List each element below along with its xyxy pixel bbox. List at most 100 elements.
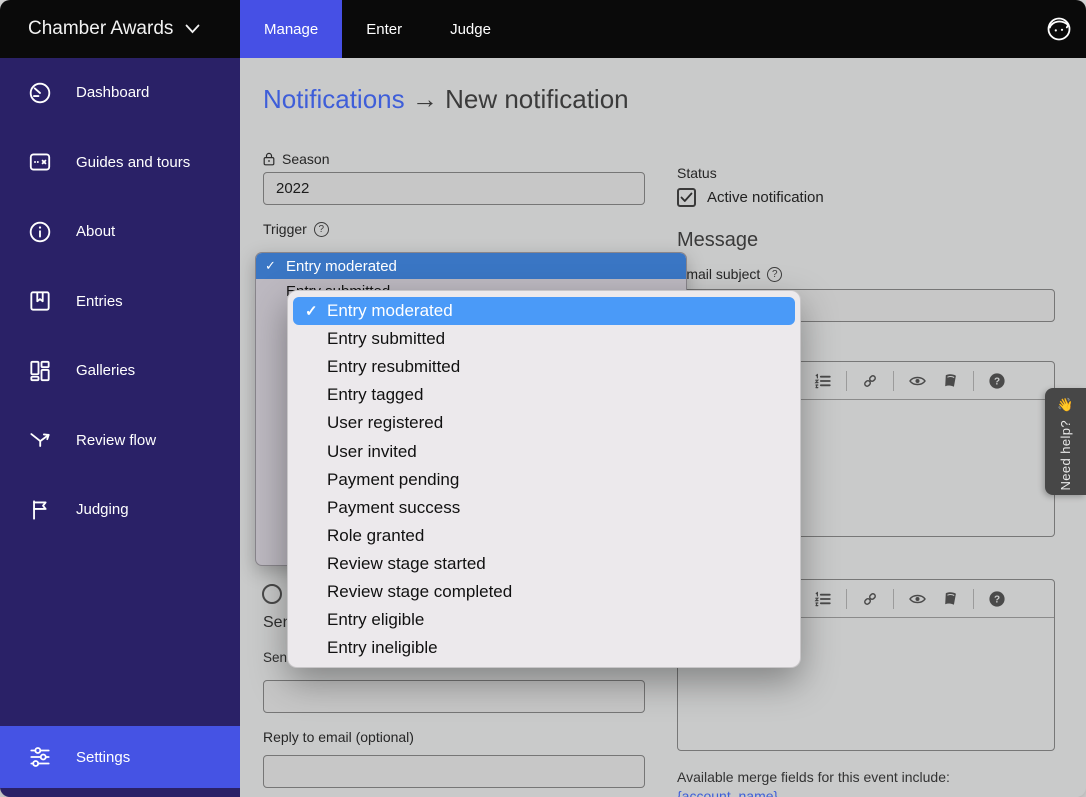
sidebar-item-dashboard[interactable]: Dashboard [0,58,240,128]
sidebar-item-about[interactable]: About [0,197,240,267]
map-icon [27,149,53,175]
check-icon: ✓ [305,302,318,320]
flag-icon [27,497,53,523]
option-label: Role granted [327,526,424,546]
dropdown-option[interactable]: Review stage started [293,550,795,578]
link-icon[interactable] [861,372,879,390]
season-label: Season [263,151,329,167]
reply-to-email-input[interactable] [263,755,645,788]
breadcrumb: Notifications → New notification [263,84,629,115]
active-notification-label: Active notification [707,189,824,206]
ordered-list-icon[interactable] [814,372,832,390]
ordered-list-icon[interactable] [814,590,832,608]
dashboard-gauge-icon [27,80,53,106]
option-label: User registered [327,413,443,433]
dropdown-option[interactable]: User invited [293,437,795,465]
sidebar-item-review-flow[interactable]: Review flow [0,406,240,476]
lock-icon [263,152,275,166]
help-icon[interactable]: ? [988,590,1006,608]
dropdown-option[interactable]: Entry submitted [293,325,795,353]
sidebar-item-entries[interactable]: Entries [0,267,240,337]
dropdown-option[interactable]: Role granted [293,522,795,550]
tab-judge[interactable]: Judge [426,0,515,58]
sidebar-item-label: Settings [76,749,130,766]
status-label: Status [677,165,717,181]
dropdown-option[interactable]: Entry resubmitted [293,353,795,381]
tab-manage[interactable]: Manage [240,0,342,58]
sidebar-item-label: About [76,223,115,240]
tab-label: Judge [450,21,491,38]
option-label: User invited [327,442,417,462]
tab-enter[interactable]: Enter [342,0,426,58]
breadcrumb-arrow: → [412,84,438,114]
sidebar-item-galleries[interactable]: Galleries [0,336,240,406]
option-label: Review stage started [327,554,486,574]
dropdown-option[interactable]: Entry eligible [293,606,795,634]
trigger-dropdown-panel: ✓ Entry moderated Entry submitted Entry … [287,290,801,668]
toolbar-divider [893,371,894,391]
source-book-icon[interactable] [941,590,959,608]
source-book-icon[interactable] [941,372,959,390]
toolbar-divider [893,589,894,609]
app-window: Chamber Awards Manage Enter Judge Dashbo… [0,0,1086,797]
sidebar-item-label: Judging [76,501,129,518]
tab-label: Manage [264,21,318,38]
need-help-label: Need help? [1058,420,1073,491]
option-label: Payment pending [327,470,459,490]
toolbar-divider [973,589,974,609]
merge-field-link[interactable]: {account_name} [677,788,778,797]
tab-label: Enter [366,21,402,38]
merge-fields-note: Available merge fields for this event in… [677,768,1057,797]
option-label: Review stage completed [327,582,512,602]
email-subject-label: Email subject ? [677,266,782,282]
sidebar: Dashboard Guides and tours About [0,58,240,797]
reply-to-label: Reply to email (optional) [263,729,414,745]
sliders-icon [27,744,53,770]
toolbar-divider [973,371,974,391]
trigger-label: Trigger ? [263,221,329,237]
svg-text:?: ? [994,376,1000,387]
sender-email-input[interactable] [263,680,645,713]
toolbar-divider [846,371,847,391]
workspace-switcher[interactable]: Chamber Awards [0,18,240,40]
season-input[interactable] [263,172,645,205]
dropdown-option-selected[interactable]: ✓ Entry moderated [293,297,795,325]
breadcrumb-notifications-link[interactable]: Notifications [263,84,405,114]
dropdown-option[interactable]: Payment pending [293,466,795,494]
trigger-option-selected[interactable]: ✓ Entry moderated [256,253,686,279]
help-icon[interactable]: ? [988,372,1006,390]
sidebar-item-judging[interactable]: Judging [0,475,240,545]
dropdown-option[interactable]: User registered [293,409,795,437]
link-icon[interactable] [861,590,879,608]
dropdown-option[interactable]: Entry ineligible [293,634,795,662]
user-avatar-icon[interactable] [1045,15,1073,43]
option-label: Entry moderated [286,258,397,275]
svg-text:?: ? [994,594,1000,605]
bookmark-square-icon [27,288,53,314]
preview-eye-icon[interactable] [908,372,927,390]
funnel-arrow-icon [27,427,53,453]
option-label: Entry eligible [327,610,424,630]
option-label: Entry moderated [327,301,453,321]
top-bar: Chamber Awards Manage Enter Judge [0,0,1086,58]
trigger-help-icon[interactable]: ? [314,222,329,237]
dropdown-option[interactable]: Review stage completed [293,578,795,606]
masonry-grid-icon [27,358,53,384]
chevron-down-icon [185,24,200,34]
preview-eye-icon[interactable] [908,590,927,608]
dropdown-option[interactable]: Payment success [293,494,795,522]
page-title: New notification [445,84,629,114]
merge-intro: Available merge fields for this event in… [677,769,950,785]
email-subject-help-icon[interactable]: ? [767,267,782,282]
need-help-tab[interactable]: 👋 Need help? [1045,388,1086,495]
sidebar-item-guides[interactable]: Guides and tours [0,128,240,198]
sidebar-item-label: Review flow [76,432,156,449]
message-heading: Message [677,229,758,252]
sidebar-item-settings[interactable]: Settings [0,726,240,788]
active-notification-checkbox[interactable] [677,188,696,207]
option-label: Entry ineligible [327,638,438,658]
sidebar-item-label: Galleries [76,362,135,379]
sidebar-item-label: Entries [76,293,123,310]
dropdown-option[interactable]: Entry tagged [293,381,795,409]
send-option-radio[interactable] [262,584,282,604]
